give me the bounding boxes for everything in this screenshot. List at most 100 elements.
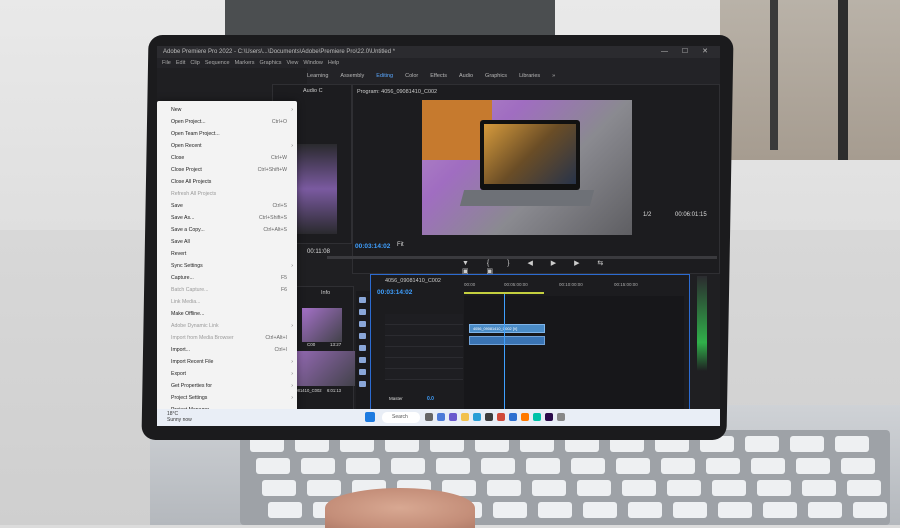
workspace-tab[interactable]: Assembly <box>340 68 364 84</box>
track-header-a3[interactable] <box>385 369 463 380</box>
file-menu-item[interactable]: Close Ctrl+W <box>157 153 297 164</box>
weather-widget[interactable]: 18°C Sunny now <box>167 411 192 423</box>
app-icon[interactable] <box>521 413 529 421</box>
file-menu-item[interactable]: Link Media... <box>157 297 297 308</box>
keyboard-key <box>532 480 566 496</box>
file-menu-item[interactable]: Export › <box>157 369 297 380</box>
workspace-tab[interactable]: Learning <box>307 68 328 84</box>
file-explorer-icon[interactable] <box>461 413 469 421</box>
file-menu-item[interactable]: Make Offline... <box>157 309 297 320</box>
file-menu-item[interactable]: Save As... Ctrl+Shift+S <box>157 213 297 224</box>
track-header-a2[interactable] <box>385 358 463 369</box>
file-menu-item-label: Import from Media Browser <box>171 335 234 341</box>
razor-tool-icon[interactable] <box>359 333 366 339</box>
track-header-v1[interactable] <box>385 336 463 347</box>
file-menu-item[interactable]: Revert <box>157 249 297 260</box>
transport-controls[interactable]: ▼ { } ◀ ▶ ▶ ⇆ ▣ ▣ <box>462 259 632 275</box>
file-menu-item[interactable]: Import from Media Browser Ctrl+Alt+I <box>157 333 297 344</box>
timeline-ruler[interactable]: 00:00 00:05:00:00 00:10:00:00 00:15:00:0… <box>464 282 684 290</box>
task-view-icon[interactable] <box>425 413 433 421</box>
pen-tool-icon[interactable] <box>359 357 366 363</box>
hand-tool-icon[interactable] <box>359 369 366 375</box>
info-tab[interactable]: Info <box>321 290 330 296</box>
submenu-arrow-icon: › <box>291 371 293 377</box>
menu-sequence[interactable]: Sequence <box>205 60 230 66</box>
menu-graphics[interactable]: Graphics <box>260 60 282 66</box>
track-select-tool-icon[interactable] <box>359 309 366 315</box>
file-menu-item[interactable]: New › <box>157 105 297 116</box>
menu-help[interactable]: Help <box>328 60 339 66</box>
project-clip2-duration: 13:27 <box>330 342 342 347</box>
keyboard-key <box>493 502 527 518</box>
menu-window[interactable]: Window <box>303 60 323 66</box>
track-header-v2[interactable] <box>385 325 463 336</box>
app-icon[interactable] <box>557 413 565 421</box>
menu-markers[interactable]: Markers <box>235 60 255 66</box>
video-clip[interactable]: 4056_09081410_C002 [V] <box>469 324 545 333</box>
track-header-v3[interactable] <box>385 314 463 325</box>
window-controls[interactable]: — ☐ ✕ <box>661 46 714 58</box>
submenu-arrow-icon: › <box>291 323 293 329</box>
file-menu-item[interactable]: Open Project... Ctrl+O <box>157 117 297 128</box>
file-menu-item[interactable]: Batch Capture... F6 <box>157 285 297 296</box>
keyboard-key <box>667 480 701 496</box>
file-menu-item-label: Get Properties for <box>171 383 212 389</box>
menu-file[interactable]: File <box>162 60 171 66</box>
keyboard-key <box>571 458 605 474</box>
taskbar-search[interactable]: Search <box>382 412 420 423</box>
file-menu-item[interactable]: Get Properties for › <box>157 381 297 392</box>
track-header-a1[interactable] <box>385 347 463 358</box>
program-fit-select[interactable]: Fit <box>397 242 404 248</box>
file-menu-item-label: Close All Projects <box>171 179 212 185</box>
project-clip-thumbnail[interactable] <box>302 308 342 342</box>
menu-clip[interactable]: Clip <box>190 60 199 66</box>
menu-view[interactable]: View <box>287 60 299 66</box>
app-icon[interactable] <box>509 413 517 421</box>
file-menu-item[interactable]: Save All <box>157 237 297 248</box>
keyboard-key <box>436 458 470 474</box>
file-menu-item[interactable]: Sync Settings › <box>157 261 297 272</box>
file-menu-item[interactable]: Open Team Project... <box>157 129 297 140</box>
workspace-tab[interactable]: Audio <box>459 68 473 84</box>
widgets-icon[interactable] <box>437 413 445 421</box>
workspace-tab[interactable]: Graphics <box>485 68 507 84</box>
ripple-edit-tool-icon[interactable] <box>359 321 366 327</box>
file-menu-item[interactable]: Open Recent › <box>157 141 297 152</box>
app-icon[interactable] <box>533 413 541 421</box>
file-menu-item[interactable]: Refresh All Projects <box>157 189 297 200</box>
teams-icon[interactable] <box>449 413 457 421</box>
file-menu-item[interactable]: Project Settings › <box>157 393 297 404</box>
workspace-tab[interactable]: Libraries <box>519 68 540 84</box>
audio-clip-tab[interactable]: Audio C <box>303 88 323 94</box>
type-tool-icon[interactable] <box>359 381 366 387</box>
workspace-tab[interactable]: Effects <box>430 68 447 84</box>
timeline-playhead[interactable] <box>504 294 505 424</box>
premiere-pro-icon[interactable] <box>545 413 553 421</box>
store-icon[interactable] <box>485 413 493 421</box>
slip-tool-icon[interactable] <box>359 345 366 351</box>
keyboard-key <box>718 502 752 518</box>
mail-icon[interactable] <box>497 413 505 421</box>
program-scale[interactable]: 1/2 <box>643 212 651 218</box>
file-menu-item[interactable]: Import Recent File › <box>157 357 297 368</box>
edge-icon[interactable] <box>473 413 481 421</box>
file-menu-item[interactable]: Save a Copy... Ctrl+Alt+S <box>157 225 297 236</box>
workspace-tab[interactable]: Editing <box>376 68 393 84</box>
file-menu-item[interactable]: Close Project Ctrl+Shift+W <box>157 165 297 176</box>
audio-clip[interactable] <box>469 336 545 345</box>
file-menu-item[interactable]: Import... Ctrl+I <box>157 345 297 356</box>
file-menu-item[interactable]: Save Ctrl+S <box>157 201 297 212</box>
timeline-tracks[interactable] <box>464 296 684 426</box>
timeline-timecode[interactable]: 00:03:14:02 <box>377 289 412 296</box>
start-icon[interactable] <box>365 412 375 422</box>
workspace-tab[interactable]: Color <box>405 68 418 84</box>
program-timecode[interactable]: 00:03:14:02 <box>355 243 390 250</box>
file-menu-item[interactable]: Close All Projects <box>157 177 297 188</box>
menu-edit[interactable]: Edit <box>176 60 185 66</box>
workspace-tab[interactable]: » <box>552 68 555 84</box>
file-menu-shortcut: Ctrl+I <box>274 347 287 353</box>
selection-tool-icon[interactable] <box>359 297 366 303</box>
master-value[interactable]: 0.0 <box>427 396 434 402</box>
file-menu-item[interactable]: Adobe Dynamic Link › <box>157 321 297 332</box>
file-menu-item[interactable]: Capture... F5 <box>157 273 297 284</box>
